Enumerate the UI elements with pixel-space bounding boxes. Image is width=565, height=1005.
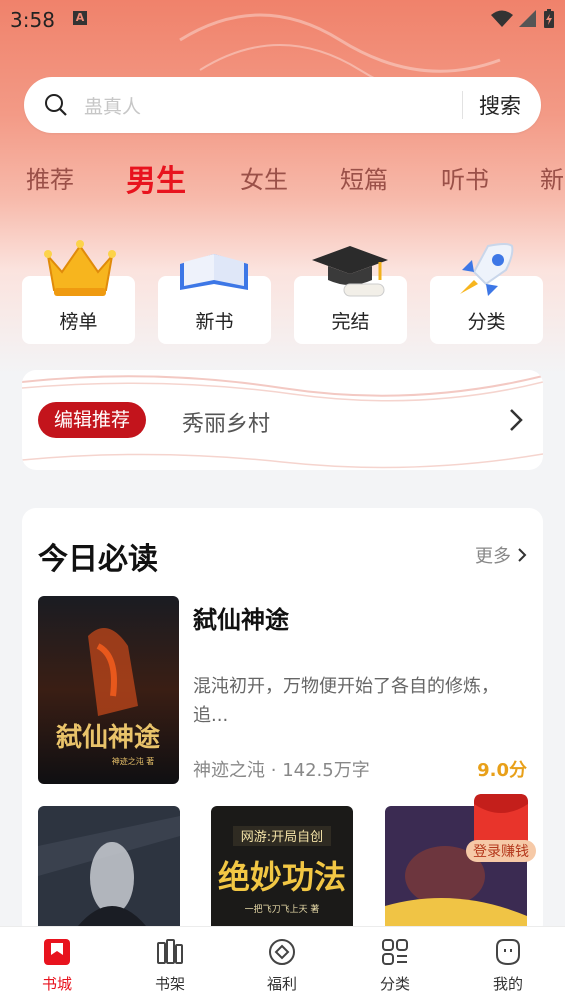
search-divider <box>462 91 463 119</box>
bookstore-icon <box>44 939 70 965</box>
search-placeholder[interactable]: 蛊真人 <box>84 92 141 119</box>
search-icon <box>45 94 67 116</box>
book-author: 神迹之沌 <box>193 760 265 781</box>
more-link[interactable]: 更多 <box>475 542 527 568</box>
tab-audio[interactable]: 听书 <box>441 160 489 195</box>
cover-subtitle-text: 网游:开局自创 <box>241 830 323 845</box>
graduation-cap-icon <box>312 246 388 297</box>
category-icon <box>382 939 408 965</box>
book-icon <box>180 254 248 290</box>
nav-category[interactable]: 分类 <box>355 937 435 994</box>
notification-icon: A <box>73 11 87 25</box>
book-word-count: 142.5万字 <box>282 760 370 781</box>
battery-icon <box>544 9 554 28</box>
book-cover[interactable]: 网游:开局自创 绝妙功法 一把飞刀飞上天 著 <box>211 806 353 938</box>
featured-book-meta: 神迹之沌 · 142.5万字 <box>193 756 370 782</box>
red-packet-label: 登录赚钱 <box>473 844 529 860</box>
tab-female[interactable]: 女生 <box>240 160 288 195</box>
bookshelf-icon <box>157 939 183 964</box>
rocket-icon <box>460 243 514 296</box>
cover-title-text: 绝妙功法 <box>218 858 346 896</box>
tab-male[interactable]: 男生 <box>126 156 186 200</box>
signal-icon <box>519 10 536 27</box>
red-packet-button[interactable]: 登录赚钱 <box>466 794 536 864</box>
channel-tabs: 推荐 男生 女生 短篇 听书 新 <box>0 156 565 200</box>
nav-bookshelf[interactable]: 书架 <box>130 937 210 994</box>
featured-book-description: 混沌初开，万物便开始了各自的修炼，追... <box>193 676 499 726</box>
wifi-icon <box>491 10 513 27</box>
featured-book-cover[interactable]: 弑仙神途 神迹之沌 著 <box>38 596 179 784</box>
editor-badge: 编辑推荐 <box>38 402 147 438</box>
nav-label: 书城 <box>41 975 72 993</box>
book-score: 9.0分 <box>477 760 527 781</box>
bottom-nav: 书城 书架 福利 分类 我的 <box>0 926 565 1005</box>
nav-label: 我的 <box>492 975 523 993</box>
book-cover[interactable] <box>38 806 180 938</box>
meta-separator: · <box>270 760 277 781</box>
profile-icon <box>496 939 520 966</box>
status-bar: 3:58 A <box>0 0 565 40</box>
status-time: 3:58 <box>10 8 55 32</box>
editor-pick-title[interactable]: 秀丽乡村 <box>182 406 270 438</box>
nav-welfare[interactable]: 福利 <box>242 937 322 994</box>
crown-icon <box>44 240 116 296</box>
entry-label: 分类 <box>467 311 506 333</box>
nav-label: 分类 <box>379 975 410 993</box>
featured-book-title[interactable]: 弑仙神途 <box>193 600 289 635</box>
search-button[interactable]: 搜索 <box>479 90 521 120</box>
entry-label: 完结 <box>331 311 370 333</box>
cover-author-text: 一把飞刀飞上天 著 <box>245 903 320 915</box>
nav-bookstore[interactable]: 书城 <box>17 937 97 994</box>
nav-label: 福利 <box>266 975 297 993</box>
editor-recommendation-card[interactable]: 编辑推荐 秀丽乡村 <box>22 370 543 470</box>
today-section: 今日必读 更多 弑仙神途 神迹之沌 著 弑仙神途 混沌初开，万物便开始了各自的修… <box>22 508 543 938</box>
entry-label: 新书 <box>195 311 234 333</box>
nav-profile[interactable]: 我的 <box>468 937 548 994</box>
section-title: 今日必读 <box>38 542 158 577</box>
welfare-icon <box>269 939 295 965</box>
chevron-right-icon[interactable] <box>509 408 523 432</box>
search-bar[interactable]: 蛊真人 搜索 <box>24 77 541 133</box>
tab-short[interactable]: 短篇 <box>340 160 388 195</box>
cover-title-text: 弑仙神途 <box>55 722 161 753</box>
nav-label: 书架 <box>154 975 185 993</box>
more-label: 更多 <box>475 546 511 567</box>
tab-recommend[interactable]: 推荐 <box>26 160 74 195</box>
entry-label: 榜单 <box>59 311 98 333</box>
cover-author-text: 神迹之沌 著 <box>112 756 155 766</box>
chevron-right-icon <box>518 548 527 562</box>
tab-new[interactable]: 新 <box>540 160 564 195</box>
